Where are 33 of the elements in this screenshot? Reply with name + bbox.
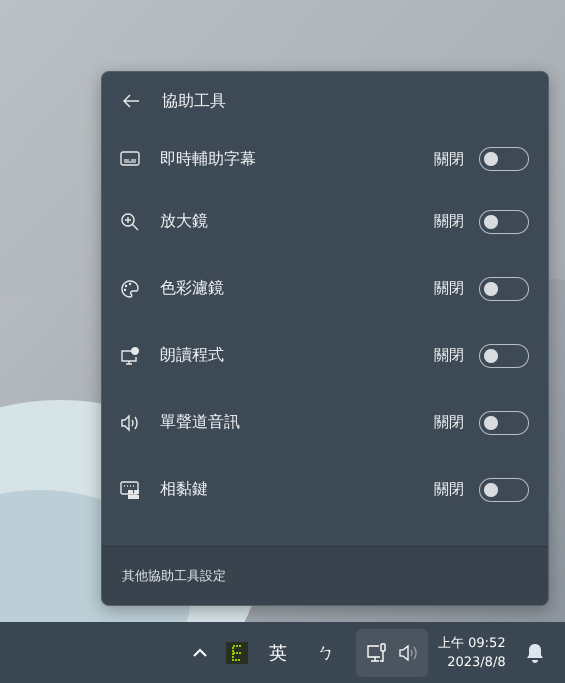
clock-button[interactable]: 上午 09:52 2023/8/8 bbox=[438, 634, 506, 672]
more-settings-link[interactable]: 其他協助工具設定 bbox=[122, 567, 226, 585]
speaker-icon bbox=[120, 412, 140, 432]
palette-icon bbox=[120, 278, 140, 298]
setting-label: 色彩濾鏡 bbox=[160, 278, 225, 299]
bell-icon[interactable] bbox=[526, 642, 544, 662]
setting-label: 單聲道音訊 bbox=[160, 412, 241, 433]
status-label: 關閉 bbox=[434, 212, 464, 231]
status-label: 關閉 bbox=[434, 279, 464, 298]
toggle-switch[interactable] bbox=[479, 478, 529, 502]
app-icon[interactable] bbox=[226, 642, 248, 664]
setting-label: 放大鏡 bbox=[160, 211, 209, 232]
keyboard-icon bbox=[120, 480, 140, 500]
magnifier-icon bbox=[120, 212, 140, 232]
network-icon bbox=[366, 642, 388, 664]
setting-label: 即時輔助字幕 bbox=[160, 148, 257, 170]
input-language-button[interactable]: 英 bbox=[260, 634, 296, 670]
network-volume-button[interactable] bbox=[356, 628, 428, 676]
status-label: 關閉 bbox=[434, 150, 464, 168]
setting-label: 相黏鍵 bbox=[160, 479, 209, 500]
setting-label: 朗讀程式 bbox=[160, 345, 225, 366]
status-label: 關閉 bbox=[434, 413, 464, 432]
status-label: 關閉 bbox=[434, 480, 464, 499]
status-label: 關閉 bbox=[434, 346, 464, 365]
toggle-switch[interactable] bbox=[479, 210, 529, 234]
toggle-switch[interactable] bbox=[479, 344, 529, 368]
monitor-speech-icon bbox=[120, 346, 140, 366]
toggle-switch[interactable] bbox=[479, 410, 529, 434]
volume-icon bbox=[398, 644, 418, 662]
panel-title: 協助工具 bbox=[162, 90, 226, 112]
toggle-switch[interactable] bbox=[479, 147, 529, 171]
toggle-switch[interactable] bbox=[479, 276, 529, 300]
input-mode-button[interactable]: ㄅ bbox=[308, 634, 344, 670]
